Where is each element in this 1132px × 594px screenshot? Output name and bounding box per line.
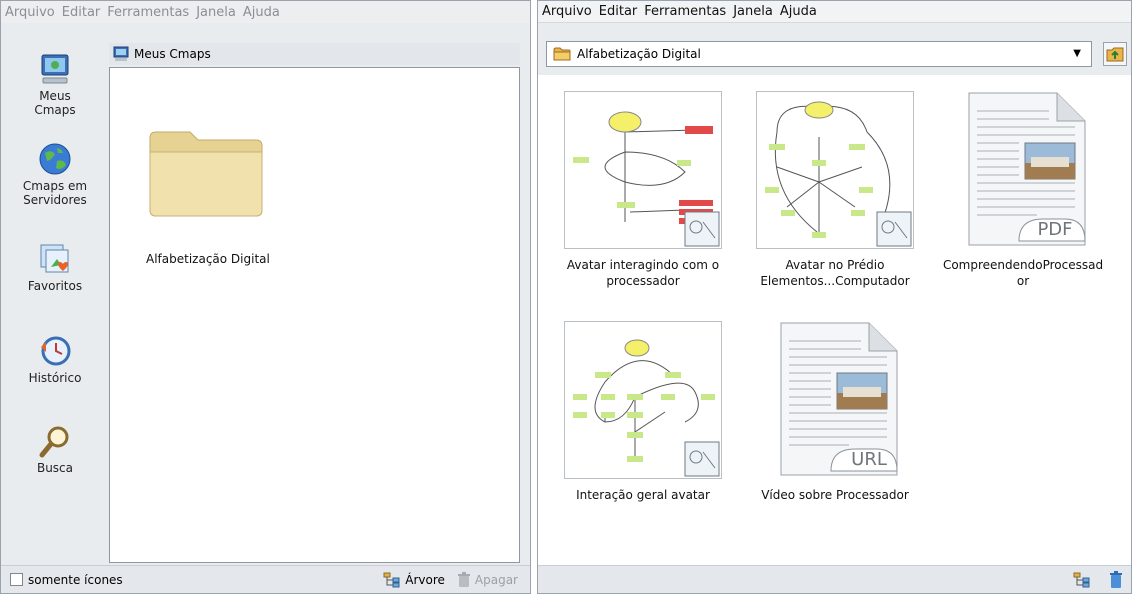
folder-header: Meus Cmaps: [109, 43, 520, 65]
menu-ferramentas[interactable]: Ferramentas: [644, 4, 726, 19]
folder-up-icon: [1106, 47, 1124, 62]
trash-icon: [457, 571, 470, 587]
cmap-label-line: CompreendendoProcessad: [942, 258, 1104, 272]
cmap-item-video-processador[interactable]: URL Vídeo sobre Processador: [750, 321, 920, 503]
cmap-item-interacao-geral-avatar[interactable]: Interação geral avatar: [558, 321, 728, 503]
menu-janela[interactable]: Janela: [733, 4, 773, 19]
sidebar-label: Histórico: [28, 371, 82, 385]
somente-icones-checkbox[interactable]: [10, 573, 23, 586]
sidebar-label: Cmaps em: [22, 179, 88, 193]
menu-arquivo[interactable]: Arquivo: [5, 5, 55, 20]
sidebar: Meus Cmaps Cmaps em Servidores Favoritos: [7, 41, 103, 561]
tree-button[interactable]: [1073, 572, 1091, 588]
cmap-label-line: Avatar no Prédio: [785, 258, 885, 272]
trash-icon: [1110, 570, 1122, 588]
cmap-label-line: Avatar interagindo com o: [566, 258, 720, 272]
history-icon: [41, 336, 71, 366]
globe-icon: [39, 143, 71, 175]
folder-label: Alfabetização Digital: [146, 252, 270, 266]
cmaps-content-pane: Alfabetização Digital: [109, 67, 520, 563]
delete-button[interactable]: Apagar: [457, 571, 518, 588]
cmap-item-compreendendo-processador[interactable]: PDF CompreendendoProcessad or: [938, 91, 1108, 289]
cmap-label-line: processador: [606, 274, 680, 288]
menu-ajuda[interactable]: Ajuda: [243, 5, 280, 20]
cmap-thumbnail: [564, 91, 722, 249]
cmap-label-line: or: [1016, 274, 1030, 288]
tree-button-label: Árvore: [405, 572, 445, 587]
tree-icon: [1073, 572, 1090, 587]
tree-icon: [383, 572, 400, 587]
monitor-icon: [41, 54, 69, 84]
cmap-label: Vídeo sobre Processador: [750, 487, 920, 503]
magnifier-icon: [39, 426, 69, 458]
tree-button[interactable]: Árvore: [383, 572, 445, 588]
cmap-label: Avatar no Prédio Elementos...Computador: [750, 257, 920, 289]
folder-alfabetizacao-digital[interactable]: [146, 128, 306, 221]
bottom-toolbar: somente ícones Árvore Apagar: [1, 565, 530, 593]
cmap-label-line: Elementos...Computador: [760, 274, 910, 288]
menu-editar[interactable]: Editar: [599, 4, 638, 19]
menu-janela[interactable]: Janela: [196, 5, 236, 20]
cmap-label: CompreendendoProcessad or: [938, 257, 1108, 289]
menu-ajuda[interactable]: Ajuda: [780, 4, 817, 19]
menu-ferramentas[interactable]: Ferramentas: [107, 5, 189, 20]
right-window: Arquivo Editar Ferramentas Janela Ajuda …: [537, 0, 1132, 594]
left-window: Arquivo Editar Ferramentas Janela Ajuda …: [0, 0, 531, 594]
url-document-icon: URL: [769, 321, 901, 479]
checkbox-label: somente ícones: [28, 572, 123, 587]
monitor-icon: [113, 46, 129, 61]
bottom-toolbar: [538, 565, 1131, 593]
menu-bar: Arquivo Editar Ferramentas Janela Ajuda: [1, 1, 530, 23]
sidebar-item-favoritos[interactable]: Favoritos: [7, 241, 103, 293]
folder-icon: [149, 131, 263, 217]
sidebar-item-historico[interactable]: Histórico: [7, 333, 103, 385]
cmap-thumbnail: [564, 321, 722, 479]
folder-header-title: Meus Cmaps: [134, 47, 211, 61]
pdf-document-icon: PDF: [957, 91, 1089, 249]
sidebar-label: Favoritos: [27, 279, 83, 293]
sidebar-item-busca[interactable]: Busca: [7, 423, 103, 475]
delete-button[interactable]: [1109, 570, 1123, 589]
sidebar-label: Servidores: [23, 193, 87, 207]
menu-editar[interactable]: Editar: [62, 5, 101, 20]
folder-up-button[interactable]: [1103, 42, 1127, 66]
sidebar-item-cmaps-servidores[interactable]: Cmaps em Servidores: [7, 141, 103, 207]
chevron-down-icon: ▼: [1073, 48, 1081, 59]
cmap-grid: Avatar interagindo com o processador Ava…: [538, 75, 1131, 565]
sidebar-item-meus-cmaps[interactable]: Meus Cmaps: [7, 51, 103, 117]
cmap-label-line: Vídeo sobre Processador: [761, 488, 909, 502]
location-select[interactable]: Alfabetização Digital ▼: [546, 41, 1092, 67]
pdf-badge: PDF: [1037, 219, 1073, 240]
folder-icon: [553, 47, 571, 61]
cmap-thumbnail: [756, 91, 914, 249]
url-badge: URL: [851, 449, 887, 470]
sidebar-label: Cmaps: [34, 103, 76, 117]
sidebar-label: Busca: [36, 461, 74, 475]
cmap-item-avatar-interagindo[interactable]: Avatar interagindo com o processador: [558, 91, 728, 289]
cmap-label: Interação geral avatar: [558, 487, 728, 503]
menu-arquivo[interactable]: Arquivo: [542, 4, 592, 19]
delete-button-label: Apagar: [474, 572, 518, 587]
cmap-item-avatar-predio[interactable]: Avatar no Prédio Elementos...Computador: [750, 91, 920, 289]
sidebar-label: Meus: [39, 89, 71, 103]
cmap-label-line: Interação geral avatar: [576, 488, 710, 502]
location-value: Alfabetização Digital: [577, 47, 701, 61]
favorites-icon: [40, 244, 69, 273]
cmap-label: Avatar interagindo com o processador: [558, 257, 728, 289]
menu-bar: Arquivo Editar Ferramentas Janela Ajuda: [538, 1, 1131, 23]
